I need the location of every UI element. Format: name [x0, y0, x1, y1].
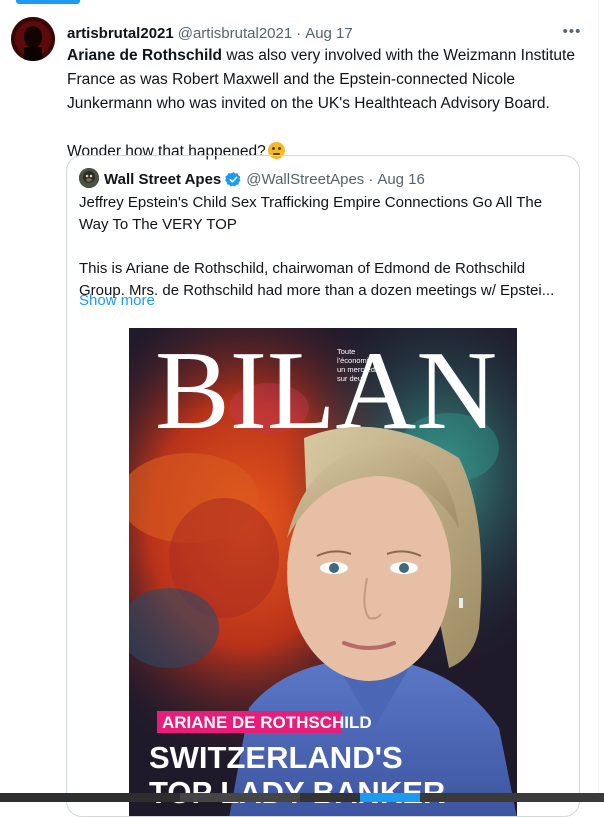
cover-label-text: ARIANE DE ROTHSCHILD [162, 713, 372, 732]
svg-text:Toute: Toute [337, 347, 355, 356]
show-more-link[interactable]: Show more [79, 292, 155, 309]
author-name[interactable]: artisbrutal2021 [67, 25, 174, 42]
quoted-avatar[interactable] [79, 168, 99, 188]
author-handle[interactable]: @artisbrutal2021 [178, 25, 292, 42]
active-tab-indicator [16, 0, 80, 4]
taskbar-strip [0, 793, 604, 802]
svg-text:sur deux: sur deux [337, 374, 366, 383]
quoted-tweet[interactable]: Wall Street Apes @WallStreetApes · Aug 1… [66, 155, 580, 817]
magazine-cover-image[interactable]: BILAN Toute l'économie un mercredi sur d… [129, 328, 517, 816]
tweet-text: Ariane de Rothschild was also very invol… [67, 44, 577, 164]
verified-badge-icon [225, 171, 242, 188]
svg-text:un mercredi: un mercredi [337, 365, 377, 374]
quoted-date[interactable]: Aug 16 [377, 171, 425, 188]
more-options-button[interactable]: ••• [560, 21, 584, 41]
cover-headline-1: SWITZERLAND'S [149, 740, 403, 775]
quoted-meta-separator: · [368, 170, 374, 188]
quoted-paragraph-1: Jeffrey Epstein's Child Sex Trafficking … [79, 194, 543, 233]
tweet-header: artisbrutal2021 @artisbrutal2021 · Aug 1… [67, 23, 353, 43]
quoted-header: Wall Street Apes @WallStreetApes · Aug 1… [104, 169, 425, 189]
mention-bold: Ariane de Rothschild [67, 47, 223, 64]
quoted-author-name[interactable]: Wall Street Apes [104, 171, 221, 188]
quoted-text: Jeffrey Epstein's Child Sex Trafficking … [79, 192, 567, 302]
svg-text:l'économie: l'économie [337, 356, 373, 365]
avatar[interactable] [11, 17, 55, 61]
more-horizontal-icon: ••• [562, 22, 582, 40]
tweet-date[interactable]: Aug 17 [305, 25, 353, 42]
quoted-handle[interactable]: @WallStreetApes [246, 171, 364, 188]
column-divider [598, 0, 599, 802]
meta-separator: · [296, 24, 302, 42]
